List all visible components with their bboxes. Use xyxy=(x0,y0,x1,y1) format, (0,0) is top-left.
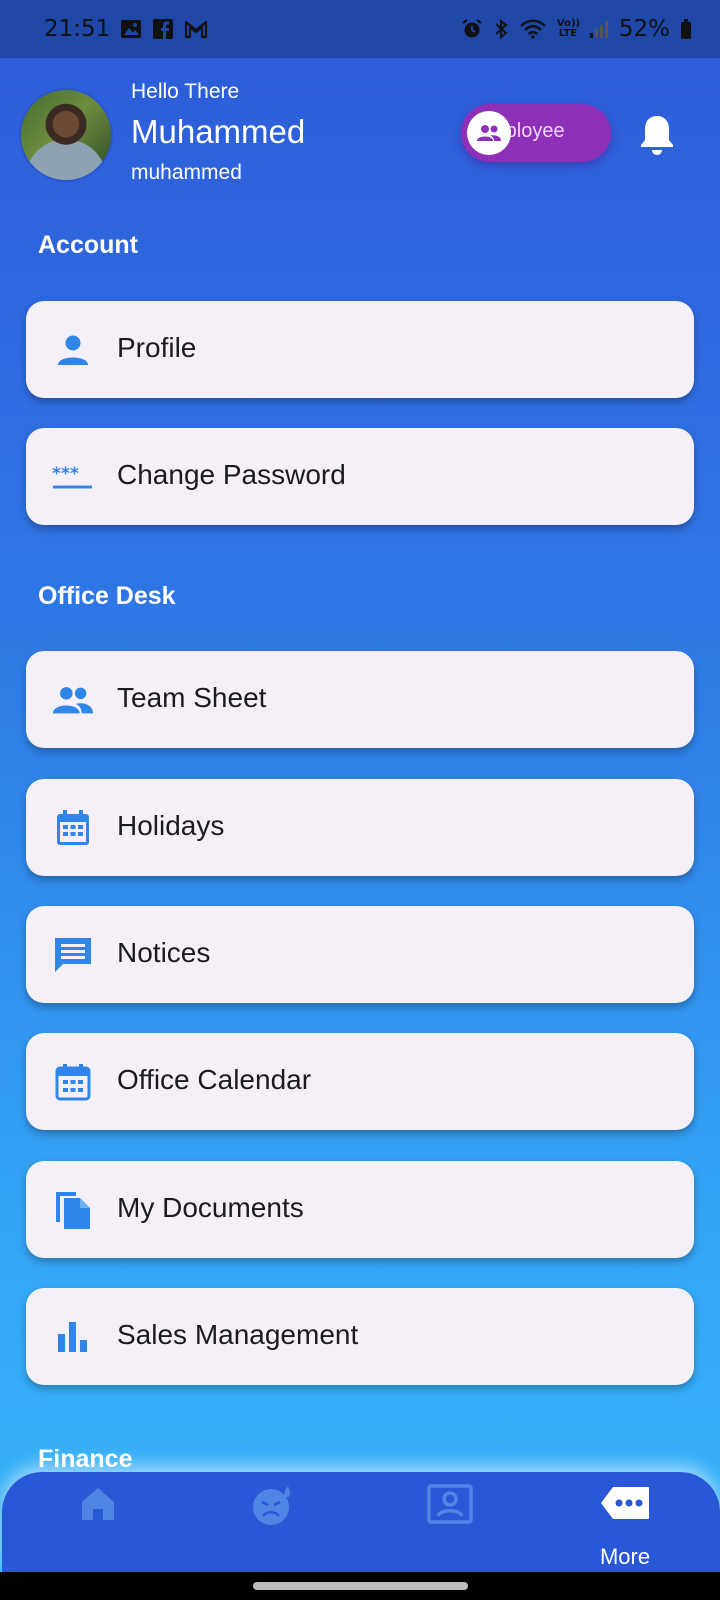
menu-item-profile[interactable]: Profile xyxy=(26,301,694,398)
menu-item-my-documents[interactable]: My Documents xyxy=(26,1161,694,1258)
menu-item-change-password[interactable]: *** Change Password xyxy=(26,428,694,525)
menu-item-label: Office Calendar xyxy=(117,1064,312,1095)
system-gesture-bar xyxy=(0,1572,720,1600)
menu-item-holidays[interactable]: Holidays xyxy=(26,779,694,876)
home-gesture-handle[interactable] xyxy=(253,1582,468,1590)
password-icon: *** xyxy=(52,456,94,498)
calendar-icon xyxy=(52,1061,94,1103)
people-icon xyxy=(52,679,94,721)
documents-icon xyxy=(52,1189,94,1231)
avatar[interactable] xyxy=(19,88,113,182)
bar-chart-icon xyxy=(52,1316,94,1358)
alarm-icon xyxy=(461,18,483,40)
status-time: 21:51 xyxy=(44,16,111,42)
menu-item-label: Holidays xyxy=(117,810,225,841)
section-title-office-desk: Office Desk xyxy=(38,582,176,610)
nav-more-label: More xyxy=(599,1544,651,1569)
menu-item-label: Profile xyxy=(117,332,197,363)
calendar-grid-icon xyxy=(52,807,94,849)
gmail-icon xyxy=(184,18,208,40)
mood-icon xyxy=(253,1486,290,1525)
facebook-icon xyxy=(152,18,174,40)
greeting-text: Hello There xyxy=(131,80,240,103)
person-icon xyxy=(52,329,94,371)
menu-item-label: Notices xyxy=(117,937,211,968)
svg-text:***: *** xyxy=(52,464,79,484)
menu-item-office-calendar[interactable]: Office Calendar xyxy=(26,1033,694,1130)
profile-header: Hello There Muhammed muhammed mployee xyxy=(0,58,720,198)
contact-card-icon xyxy=(427,1484,473,1524)
bottom-navigation: More xyxy=(2,1472,720,1572)
status-left: 21:51 xyxy=(44,16,208,42)
menu-item-sales-management[interactable]: Sales Management xyxy=(26,1288,694,1385)
gallery-icon xyxy=(120,18,142,40)
nav-more[interactable]: More xyxy=(565,1472,685,1572)
volte-icon: Vo)) LTE xyxy=(556,18,581,39)
user-name: Muhammed xyxy=(131,113,306,150)
section-title-finance: Finance xyxy=(38,1445,133,1473)
nav-home[interactable] xyxy=(38,1472,158,1572)
user-handle: muhammed xyxy=(131,161,242,184)
status-bar: 21:51 Vo)) LTE 52% xyxy=(0,0,720,58)
signal-icon xyxy=(589,18,609,40)
menu-item-label: My Documents xyxy=(117,1192,304,1223)
section-title-account: Account xyxy=(38,231,138,259)
role-toggle[interactable]: mployee xyxy=(461,104,611,162)
home-icon xyxy=(82,1488,114,1520)
bell-icon[interactable] xyxy=(638,112,676,156)
more-icon xyxy=(601,1487,649,1519)
group-icon xyxy=(467,111,511,155)
menu-item-label: Sales Management xyxy=(117,1319,359,1350)
message-icon xyxy=(52,934,94,976)
menu-item-label: Team Sheet xyxy=(117,682,267,713)
menu-item-label: Change Password xyxy=(117,459,346,490)
nav-mood[interactable] xyxy=(213,1472,333,1572)
battery-icon xyxy=(680,18,692,40)
menu-item-team-sheet[interactable]: Team Sheet xyxy=(26,651,694,748)
menu-item-notices[interactable]: Notices xyxy=(26,906,694,1003)
wifi-icon xyxy=(519,18,547,40)
bluetooth-icon xyxy=(493,18,509,40)
battery-percent: 52% xyxy=(618,16,670,42)
nav-contact[interactable] xyxy=(390,1472,510,1572)
status-right: Vo)) LTE 52% xyxy=(461,16,692,42)
